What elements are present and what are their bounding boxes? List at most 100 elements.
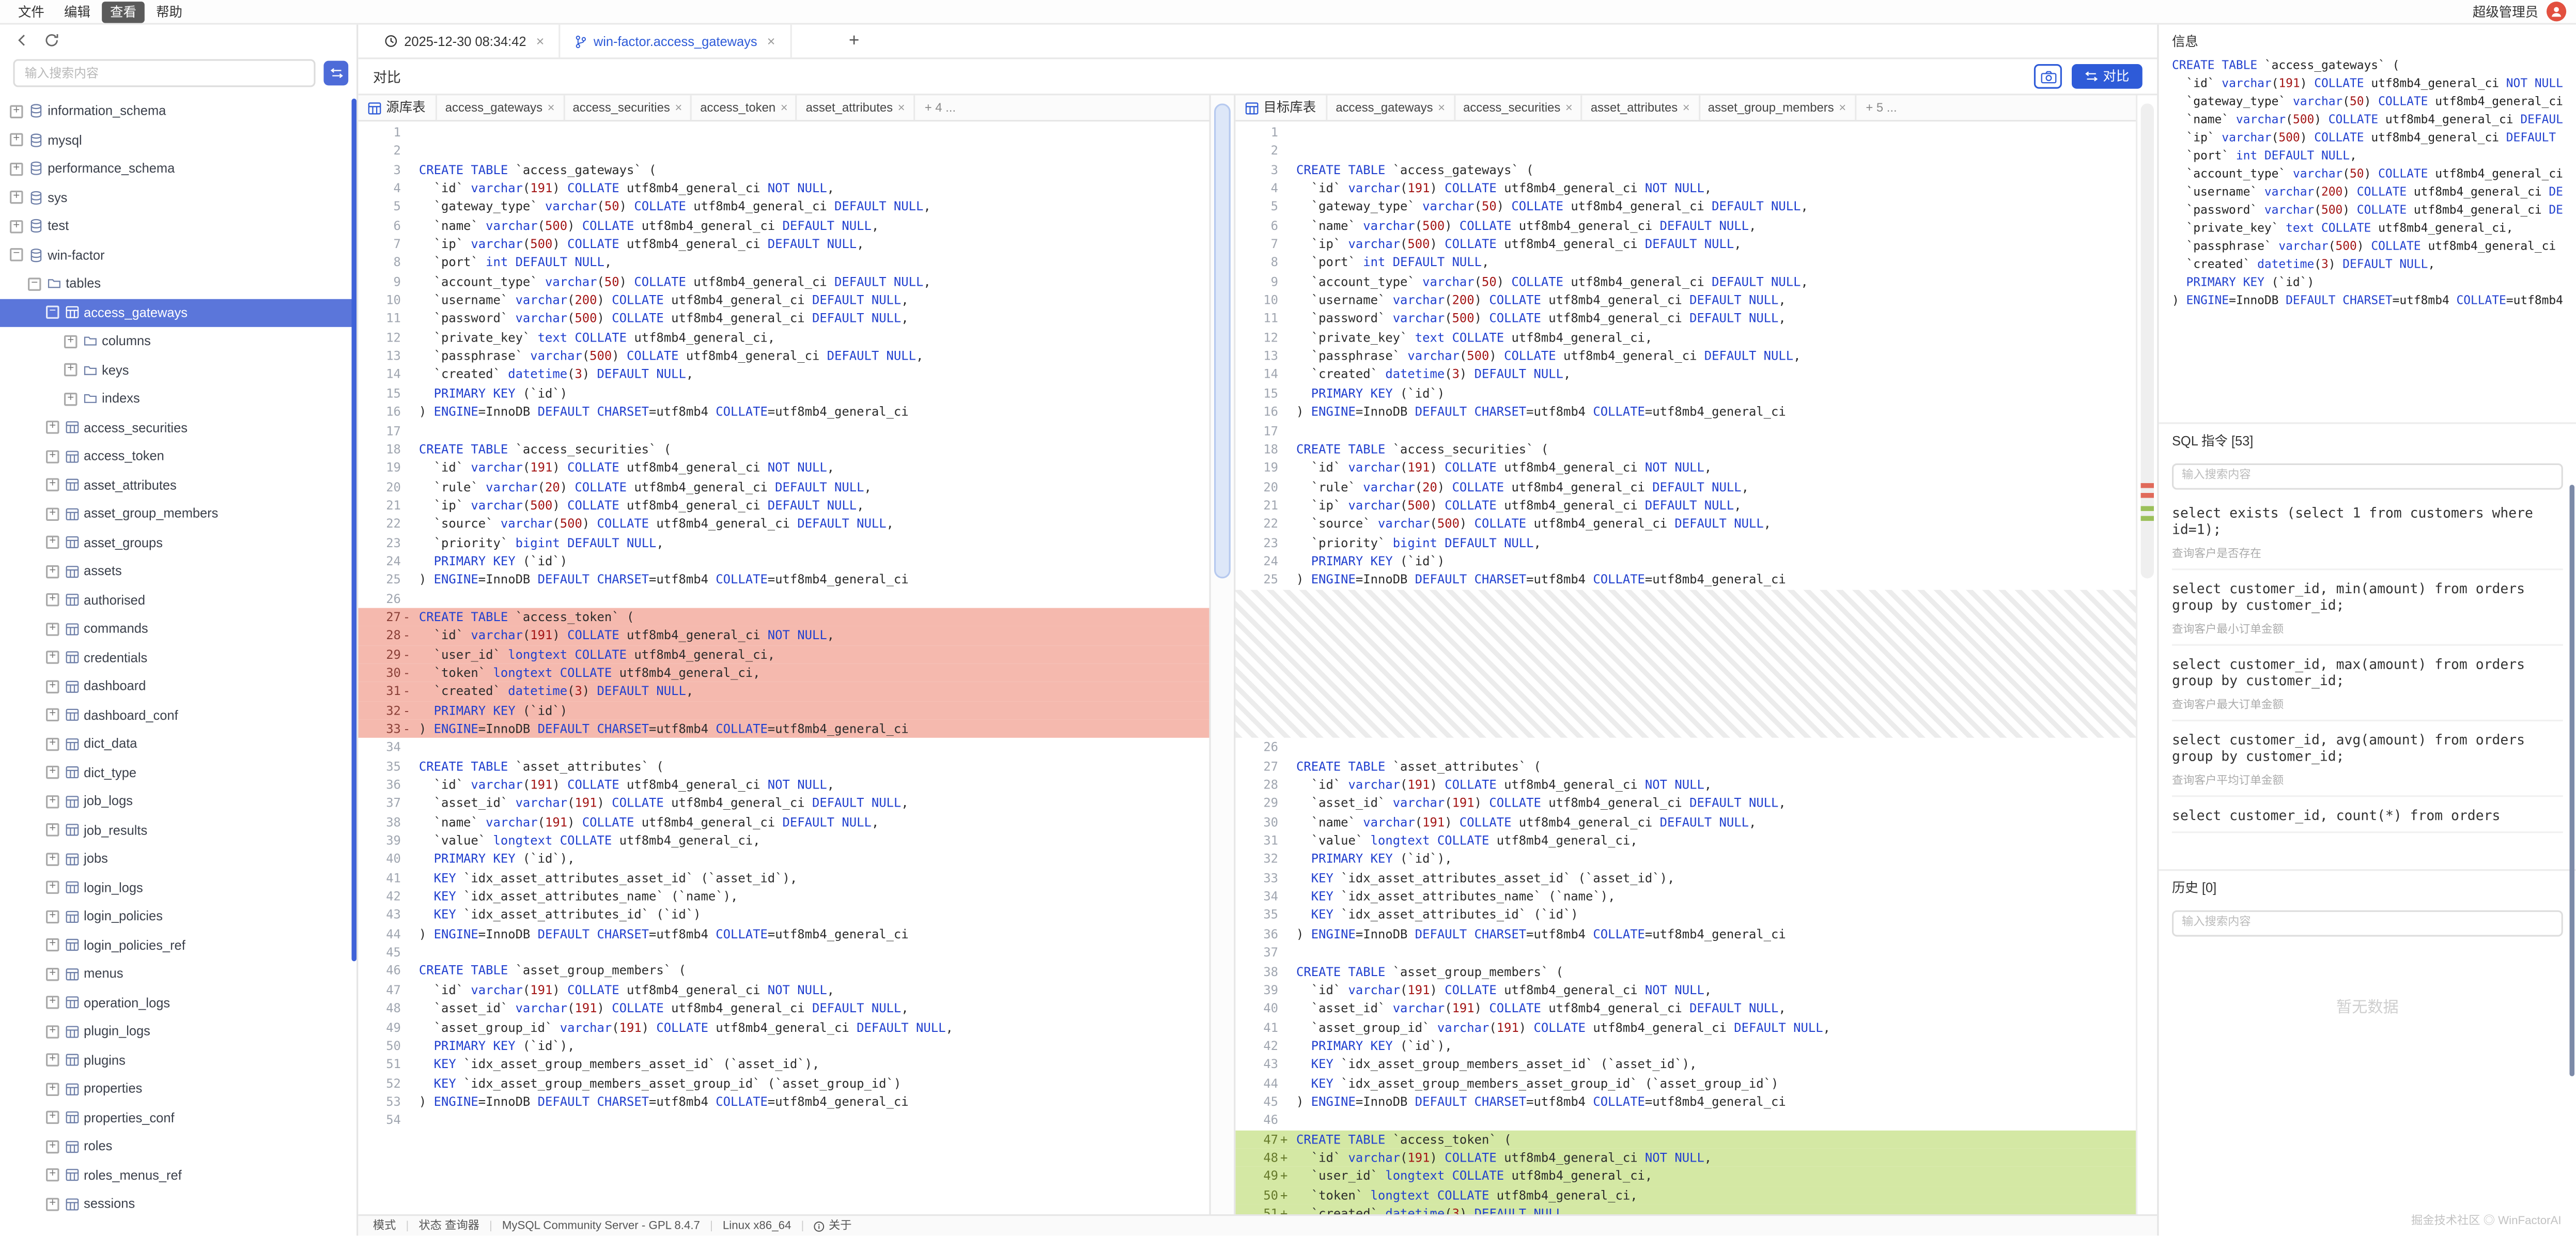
tree-item-properties_conf[interactable]: +properties_conf — [0, 1103, 356, 1132]
collapse-icon[interactable]: − — [10, 249, 23, 261]
tree-item-mysql[interactable]: +mysql — [0, 126, 356, 154]
tree-item-access_securities[interactable]: +access_securities — [0, 413, 356, 442]
tree-item-commands[interactable]: +commands — [0, 614, 356, 643]
close-icon[interactable]: × — [767, 33, 775, 50]
tree-item-sessions[interactable]: +sessions — [0, 1189, 356, 1218]
close-icon[interactable]: × — [536, 33, 545, 50]
close-icon[interactable]: × — [1565, 100, 1573, 115]
source-tab-access_token[interactable]: access_token× — [690, 95, 796, 120]
source-tab-access_gateways[interactable]: access_gateways× — [436, 95, 563, 120]
tab-table-detail[interactable]: win-factor.access_gateways × — [561, 25, 792, 58]
close-icon[interactable]: × — [1438, 100, 1445, 115]
tree-item-roles_menus_ref[interactable]: +roles_menus_ref — [0, 1161, 356, 1190]
expand-icon[interactable]: + — [46, 824, 59, 837]
expand-icon[interactable]: + — [46, 622, 59, 635]
sql-command-item[interactable]: select exists (select 1 from customers w… — [2172, 494, 2563, 569]
screenshot-button[interactable] — [2034, 64, 2062, 89]
new-tab-button[interactable]: + — [837, 25, 871, 58]
scrollbar-thumb[interactable] — [1214, 103, 1231, 578]
history-search-input[interactable] — [2172, 909, 2563, 936]
expand-icon[interactable]: + — [10, 191, 23, 204]
expand-icon[interactable]: + — [46, 766, 59, 779]
source-tab-asset_attributes[interactable]: asset_attributes× — [796, 95, 915, 120]
expand-icon[interactable]: + — [46, 967, 59, 980]
expand-icon[interactable]: + — [46, 536, 59, 549]
locate-button[interactable] — [323, 61, 348, 86]
tree-item-asset_groups[interactable]: +asset_groups — [0, 528, 356, 557]
expand-icon[interactable]: + — [46, 853, 59, 866]
tree-item-test[interactable]: +test — [0, 212, 356, 241]
expand-icon[interactable]: + — [46, 939, 59, 952]
tree-item-dashboard[interactable]: +dashboard — [0, 672, 356, 701]
expand-icon[interactable]: + — [46, 881, 59, 894]
menu-view[interactable]: 查看 — [102, 1, 145, 22]
close-icon[interactable]: × — [898, 100, 905, 115]
expand-icon[interactable]: + — [46, 565, 59, 578]
close-icon[interactable]: × — [781, 100, 788, 115]
expand-icon[interactable]: + — [46, 507, 59, 520]
expand-icon[interactable]: + — [46, 1140, 59, 1153]
expand-icon[interactable]: + — [46, 421, 59, 434]
tree-item-information_schema[interactable]: +information_schema — [0, 97, 356, 126]
tree-item-authorised[interactable]: +authorised — [0, 586, 356, 615]
sidebar-scrollbar[interactable] — [352, 99, 357, 962]
target-tab-asset_group_members[interactable]: asset_group_members× — [1698, 95, 1856, 120]
expand-icon[interactable]: + — [46, 450, 59, 463]
expand-icon[interactable]: + — [46, 1169, 59, 1182]
tree-item-dict_data[interactable]: +dict_data — [0, 730, 356, 759]
target-code[interactable]: 123CREATE TABLE `access_gateways` (4 `id… — [1235, 121, 2136, 1214]
expand-icon[interactable]: + — [10, 133, 23, 146]
expand-icon[interactable]: + — [64, 364, 77, 377]
sql-command-item[interactable]: select customer_id, avg(amount) from ord… — [2172, 720, 2563, 796]
compare-button[interactable]: 对比 — [2072, 64, 2143, 89]
tree-item-win-factor[interactable]: −win-factor — [0, 241, 356, 270]
expand-icon[interactable]: + — [64, 392, 77, 405]
close-icon[interactable]: × — [1683, 100, 1690, 115]
expand-icon[interactable]: + — [46, 795, 59, 808]
tree-item-dict_type[interactable]: +dict_type — [0, 759, 356, 787]
tree-item-menus[interactable]: +menus — [0, 960, 356, 988]
expand-icon[interactable]: + — [10, 220, 23, 233]
menu-file[interactable]: 文件 — [10, 1, 53, 22]
tree-item-tables[interactable]: −tables — [0, 270, 356, 299]
tree-item-login_policies_ref[interactable]: +login_policies_ref — [0, 931, 356, 960]
expand-icon[interactable]: + — [46, 1054, 59, 1067]
source-more-tabs[interactable]: + 4 ... — [915, 95, 966, 120]
sql-command-item[interactable]: select customer_id, count(*) from orders — [2172, 796, 2563, 833]
tree-item-job_results[interactable]: +job_results — [0, 816, 356, 845]
sql-command-item[interactable]: select customer_id, min(amount) from ord… — [2172, 569, 2563, 645]
tree-item-access_token[interactable]: +access_token — [0, 442, 356, 471]
tree-item-performance_schema[interactable]: +performance_schema — [0, 154, 356, 183]
tree-item-job_logs[interactable]: +job_logs — [0, 787, 356, 816]
source-code[interactable]: 123CREATE TABLE `access_gateways` (4 `id… — [358, 121, 1209, 1214]
target-tab-access_gateways[interactable]: access_gateways× — [1326, 95, 1453, 120]
right-scrollbar[interactable] — [2570, 485, 2575, 1076]
back-icon[interactable] — [15, 33, 30, 48]
sql-command-item[interactable]: select customer_id, max(amount) from ord… — [2172, 645, 2563, 720]
expand-icon[interactable]: + — [46, 1025, 59, 1038]
expand-icon[interactable]: + — [46, 708, 59, 721]
tree-item-plugin_logs[interactable]: +plugin_logs — [0, 1017, 356, 1046]
expand-icon[interactable]: + — [46, 594, 59, 607]
close-icon[interactable]: × — [548, 100, 555, 115]
avatar[interactable] — [2547, 2, 2566, 21]
tree-item-properties[interactable]: +properties — [0, 1075, 356, 1104]
target-tab-access_securities[interactable]: access_securities× — [1453, 95, 1581, 120]
tree-item-login_logs[interactable]: +login_logs — [0, 873, 356, 902]
expand-icon[interactable]: + — [46, 1197, 59, 1210]
tree-item-asset_attributes[interactable]: +asset_attributes — [0, 471, 356, 500]
target-more-tabs[interactable]: + 5 ... — [1856, 95, 1907, 120]
expand-icon[interactable]: + — [46, 680, 59, 693]
menu-edit[interactable]: 编辑 — [56, 1, 99, 22]
tree-item-keys[interactable]: +keys — [0, 356, 356, 384]
about-button[interactable]: 关于 — [814, 1217, 851, 1234]
expand-icon[interactable]: + — [64, 335, 77, 348]
close-icon[interactable]: × — [675, 100, 682, 115]
tree-item-login_policies[interactable]: +login_policies — [0, 902, 356, 931]
expand-icon[interactable]: + — [46, 478, 59, 491]
tree-item-operation_logs[interactable]: +operation_logs — [0, 988, 356, 1017]
collapse-icon[interactable]: − — [46, 306, 59, 319]
tree-item-columns[interactable]: +columns — [0, 327, 356, 356]
close-icon[interactable]: × — [1839, 100, 1846, 115]
tab-compare-session[interactable]: 2025-12-30 08:34:42 × — [370, 25, 561, 58]
